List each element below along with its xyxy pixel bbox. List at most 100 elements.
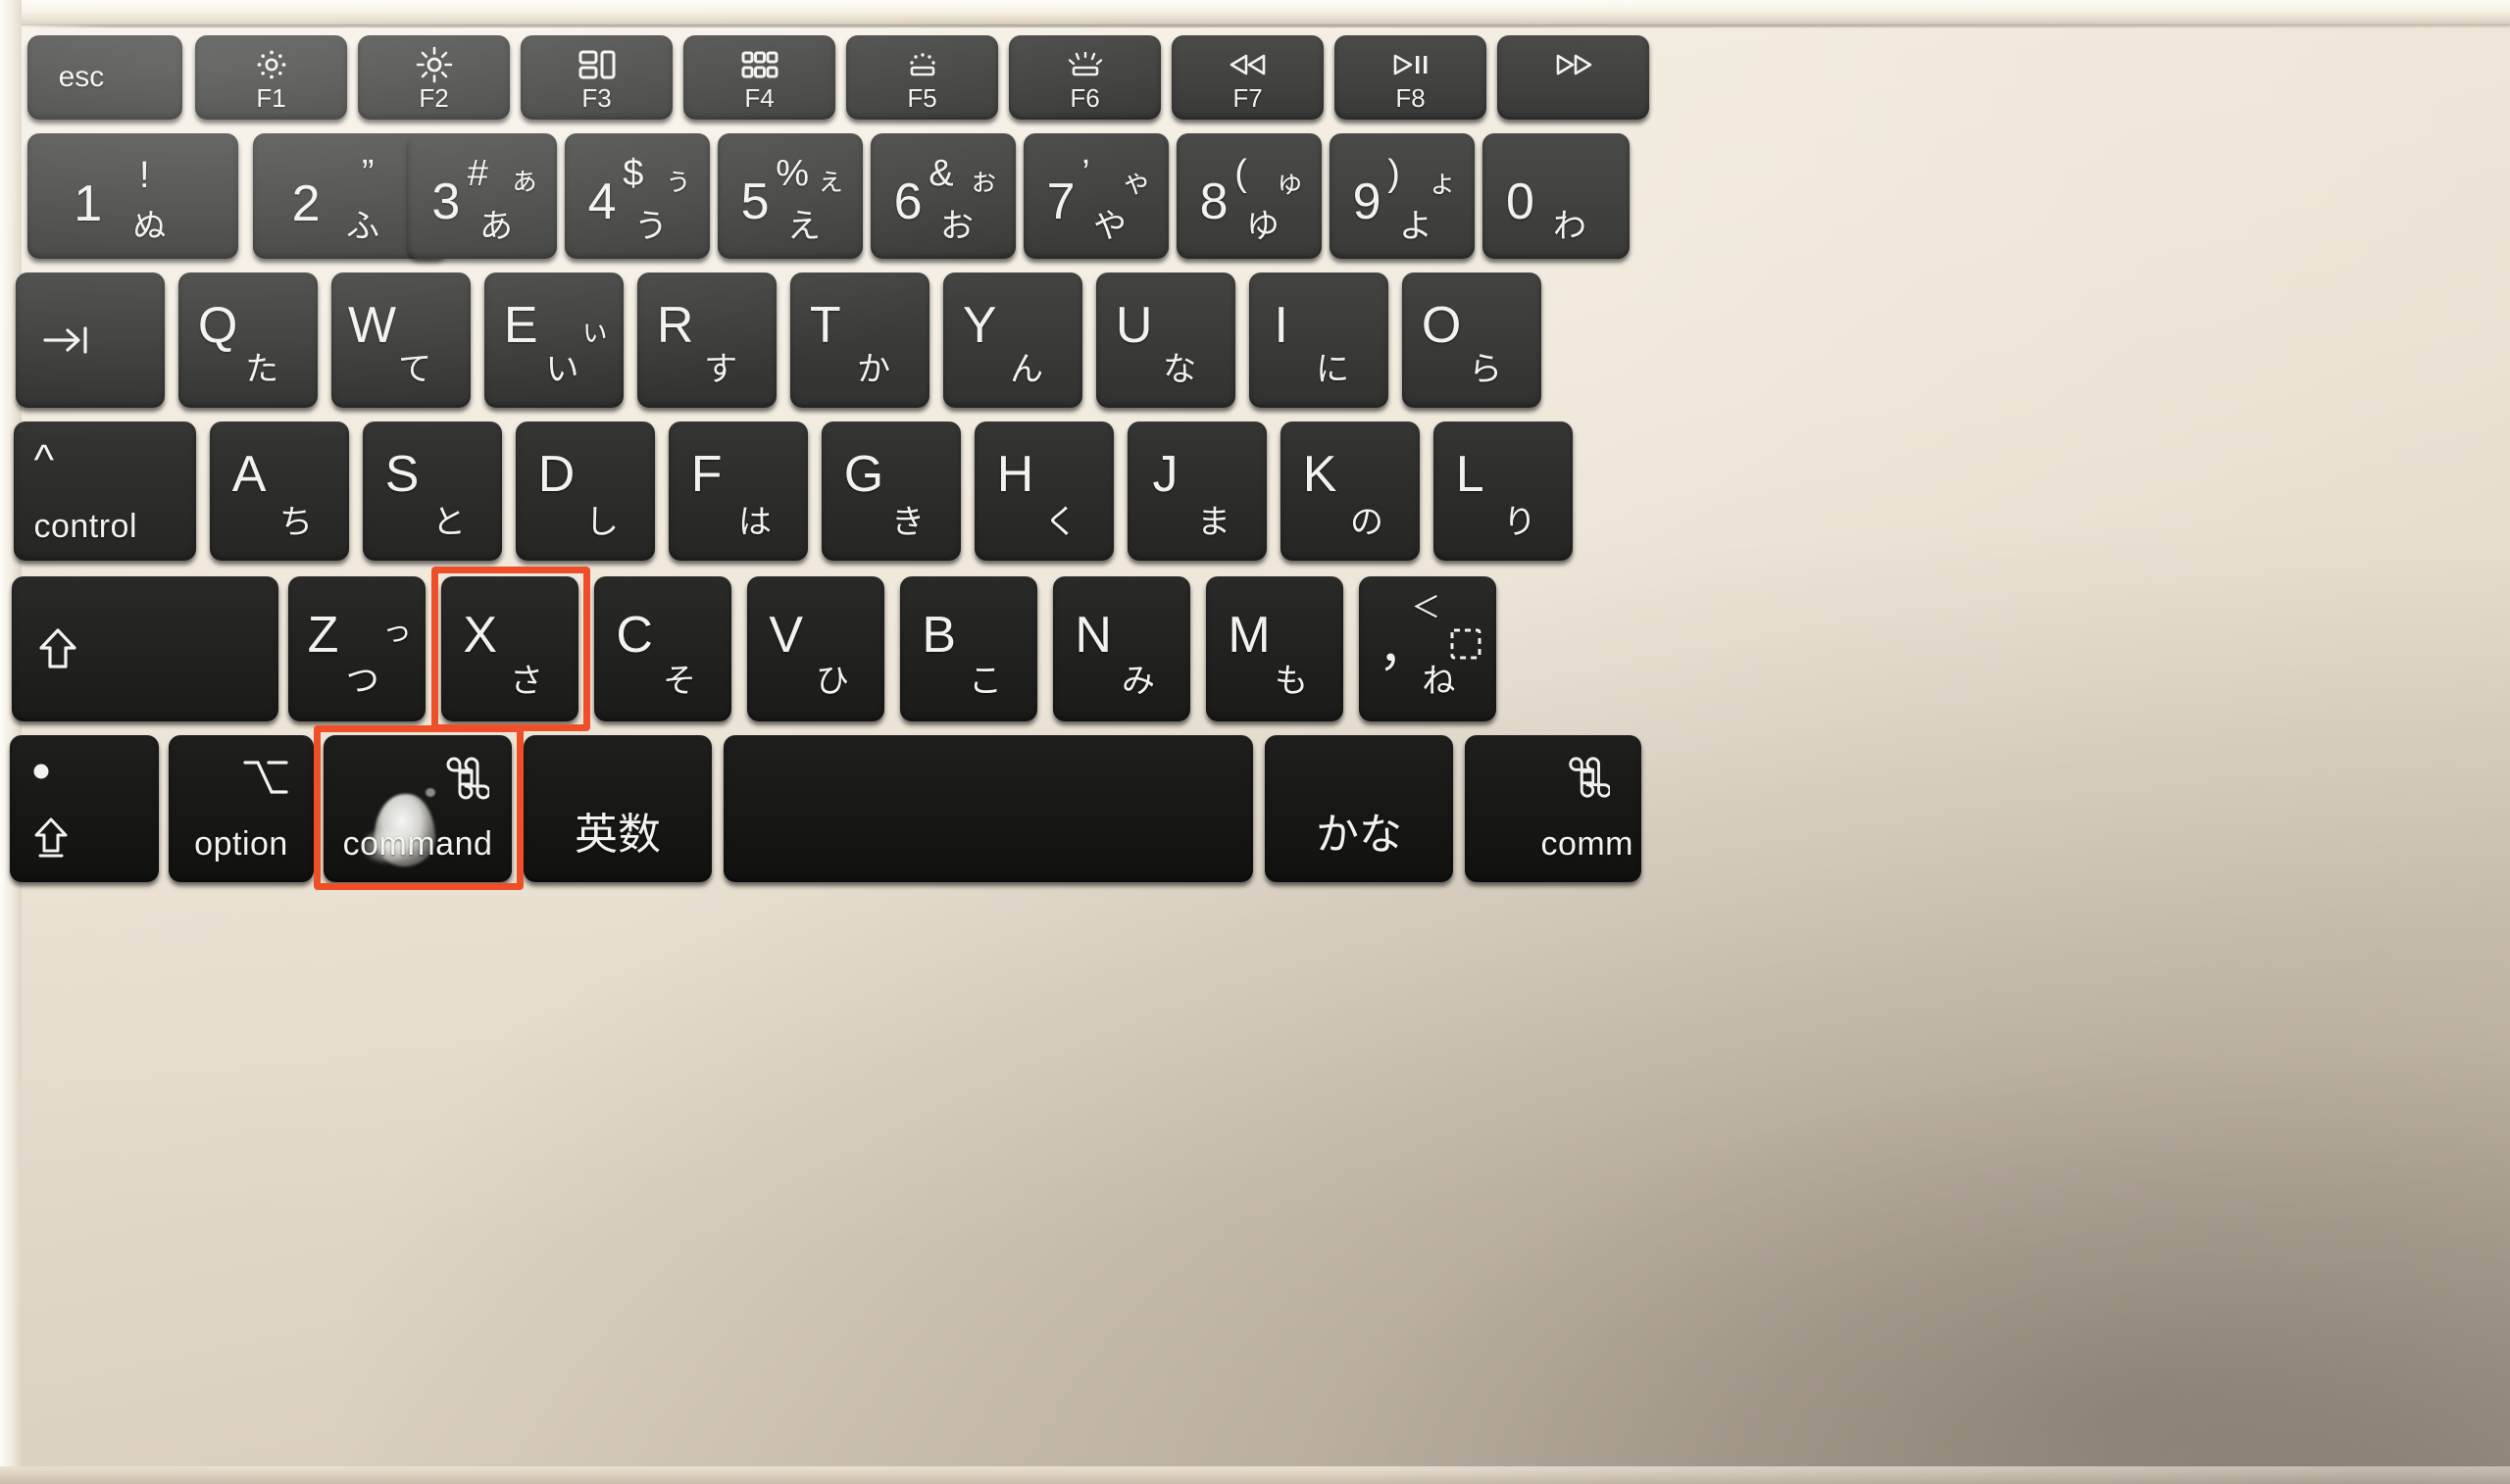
key-c-kana-label: そ xyxy=(663,663,696,700)
key-3-kana-small-label: ぁ xyxy=(509,165,539,197)
dotted-box-icon xyxy=(1449,627,1482,661)
key-7[interactable]: ’ ゃ 7 や xyxy=(1024,133,1169,259)
keyboard-deck-top-edge xyxy=(0,0,2510,25)
key-command-right[interactable]: comm xyxy=(1465,735,1641,882)
key-esc[interactable]: esc xyxy=(27,35,182,120)
key-m[interactable]: M も xyxy=(1206,576,1343,721)
key-b[interactable]: B こ xyxy=(900,576,1037,721)
key-eisu[interactable]: 英数 xyxy=(524,735,712,882)
key-k[interactable]: K の xyxy=(1280,421,1420,561)
key-8[interactable]: ( ゅ 8 ゆ xyxy=(1177,133,1322,259)
key-option[interactable]: option xyxy=(169,735,314,882)
key-1-kana-label: ぬ xyxy=(132,208,167,245)
key-f[interactable]: F は xyxy=(669,421,808,561)
key-f-kana-label: は xyxy=(738,504,772,541)
key-f3[interactable]: F3 xyxy=(521,35,673,120)
key-option-label: option xyxy=(194,825,288,863)
key-g[interactable]: G き xyxy=(822,421,961,561)
key-o[interactable]: O ら xyxy=(1402,272,1541,408)
key-9-kana-small-label: ょ xyxy=(1428,167,1458,199)
key-h-main-label: H xyxy=(996,446,1034,503)
key-a[interactable]: A ち xyxy=(210,421,349,561)
key-q[interactable]: Q た xyxy=(178,272,318,408)
key-f6[interactable]: F6 xyxy=(1009,35,1161,120)
key-x[interactable]: X さ xyxy=(441,576,578,721)
key-3[interactable]: # ぁ 3 あ xyxy=(408,133,557,259)
key-x-kana-label: さ xyxy=(510,663,543,700)
key-control[interactable]: ^ control xyxy=(14,421,196,561)
key-b-main-label: B xyxy=(922,607,957,664)
key-f8[interactable]: F8 xyxy=(1334,35,1486,120)
key-f7[interactable]: F7 xyxy=(1172,35,1324,120)
key-f6-sublabel: F6 xyxy=(1070,83,1100,113)
key-z[interactable]: Z っ つ xyxy=(288,576,426,721)
key-f1-sublabel: F1 xyxy=(256,83,286,113)
key-h[interactable]: H く xyxy=(975,421,1114,561)
key-s-main-label: S xyxy=(384,446,420,503)
key-7-shift-label: ’ xyxy=(1081,153,1090,194)
key-s[interactable]: S と xyxy=(363,421,502,561)
key-f4-sublabel: F4 xyxy=(744,83,775,113)
key-1[interactable]: ! 1 ぬ xyxy=(27,133,238,259)
key-i[interactable]: I に xyxy=(1249,272,1388,408)
key-5[interactable]: % ぇ 5 え xyxy=(718,133,863,259)
key-a-kana-label: ち xyxy=(279,504,313,541)
key-4-shift-label: $ xyxy=(623,153,644,194)
key-l[interactable]: L り xyxy=(1433,421,1573,561)
key-0[interactable]: 0 わ xyxy=(1482,133,1630,259)
key-x-main-label: X xyxy=(463,607,498,664)
key-q-main-label: Q xyxy=(197,297,238,354)
key-r-main-label: R xyxy=(656,297,694,354)
key-f2[interactable]: F2 xyxy=(358,35,510,120)
key-space[interactable] xyxy=(724,735,1253,882)
key-2-shift-label: ” xyxy=(361,153,375,194)
key-f3-sublabel: F3 xyxy=(581,83,612,113)
key-4-kana-small-label: ぅ xyxy=(663,165,693,197)
key-f8-sublabel: F8 xyxy=(1395,83,1426,113)
key-y[interactable]: Y ん xyxy=(943,272,1082,408)
key-kana[interactable]: かな xyxy=(1265,735,1453,882)
key-w[interactable]: W て xyxy=(331,272,471,408)
key-esc-label: esc xyxy=(58,61,105,93)
key-c[interactable]: C そ xyxy=(594,576,731,721)
key-shift[interactable] xyxy=(12,576,278,721)
key-j-kana-label: ま xyxy=(1197,504,1230,541)
key-4-kana-label: う xyxy=(634,208,669,245)
key-t[interactable]: T か xyxy=(790,272,929,408)
key-e[interactable]: E ぃ い xyxy=(484,272,624,408)
key-e-main-label: E xyxy=(503,297,538,354)
command-symbol-right-icon xyxy=(1565,755,1610,800)
key-6[interactable]: & ぉ 6 お xyxy=(871,133,1016,259)
key-fn[interactable] xyxy=(10,735,159,882)
key-f9[interactable] xyxy=(1497,35,1649,120)
brightness-down-icon xyxy=(255,48,288,81)
key-f1[interactable]: F1 xyxy=(195,35,347,120)
key-comma[interactable]: ＜ ， ね xyxy=(1359,576,1496,721)
key-u[interactable]: U な xyxy=(1096,272,1235,408)
key-i-main-label: I xyxy=(1274,297,1288,354)
mission-control-icon xyxy=(577,49,617,80)
key-n-kana-label: み xyxy=(1122,663,1155,700)
key-z-kana-small-label: っ xyxy=(382,616,412,648)
key-v[interactable]: V ひ xyxy=(747,576,884,721)
key-2-main-label: 2 xyxy=(291,175,321,232)
keyboard-photo: esc F1 F2 F3 F4 F5 F6 F7 F8 ! 1 ぬ ” 2 ふ … xyxy=(0,0,2510,1484)
fn-dot-icon xyxy=(30,761,52,782)
key-command-right-label: comm xyxy=(1540,825,1633,863)
key-o-kana-label: ら xyxy=(1469,351,1503,388)
key-8-kana-small-label: ゅ xyxy=(1275,167,1305,199)
key-9[interactable]: ) ょ 9 よ xyxy=(1330,133,1475,259)
key-f5[interactable]: F5 xyxy=(846,35,998,120)
key-j[interactable]: J ま xyxy=(1128,421,1267,561)
key-command[interactable]: command xyxy=(324,735,512,882)
globe-icon xyxy=(30,816,72,859)
key-d[interactable]: D し xyxy=(516,421,655,561)
key-n[interactable]: N み xyxy=(1053,576,1190,721)
key-4[interactable]: $ ぅ 4 う xyxy=(565,133,710,259)
key-w-main-label: W xyxy=(348,297,397,354)
key-0-main-label: 0 xyxy=(1506,173,1534,230)
key-tab[interactable] xyxy=(16,272,165,408)
key-kana-label: かな xyxy=(1316,811,1402,859)
key-r[interactable]: R す xyxy=(637,272,777,408)
key-f4[interactable]: F4 xyxy=(683,35,835,120)
